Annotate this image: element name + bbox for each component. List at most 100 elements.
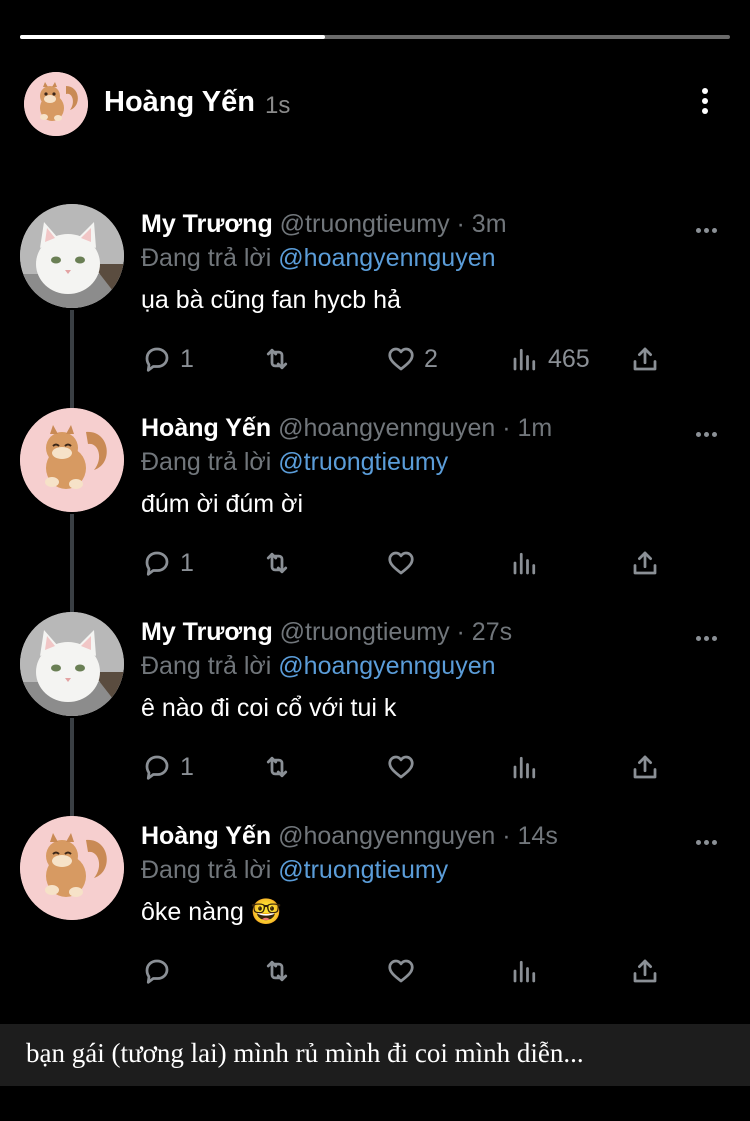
tweet-header: My Trương @truongtieumy · 27s <box>141 618 512 647</box>
cat-photo-icon <box>20 204 124 308</box>
share-button[interactable] <box>630 342 660 376</box>
replying-to-mention[interactable]: @hoangyennguyen <box>278 652 495 680</box>
like-count: 2 <box>424 344 438 373</box>
story-caption: bạn gái (tương lai) mình rủ mình đi coi … <box>0 1024 750 1086</box>
story-header: Hoàng Yến 1s <box>24 72 724 136</box>
like-button[interactable] <box>386 546 424 580</box>
more-icon[interactable] <box>696 424 722 437</box>
tweet-author-name[interactable]: Hoàng Yến <box>141 822 271 850</box>
share-button[interactable] <box>630 954 660 988</box>
replying-to: Đang trả lời @hoangyennguyen <box>141 652 496 681</box>
squirrel-icon <box>20 816 124 920</box>
cat-avatar[interactable] <box>20 204 124 308</box>
replying-to-label: Đang trả lời <box>141 856 279 884</box>
share-icon <box>630 344 660 374</box>
more-icon[interactable] <box>696 220 722 233</box>
views-icon <box>510 752 540 782</box>
tweet-header: Hoàng Yến @hoangyennguyen · 14s <box>141 822 558 851</box>
tweet-text: đúm ời đúm ời <box>141 490 303 518</box>
replying-to: Đang trả lời @hoangyennguyen <box>141 244 496 273</box>
retweet-icon <box>262 752 292 782</box>
views-button[interactable] <box>510 750 548 784</box>
squirrel-avatar[interactable] <box>20 408 124 512</box>
replying-to: Đang trả lời @truongtieumy <box>141 856 448 885</box>
retweet-icon <box>262 548 292 578</box>
tweet-text: ê nào đi coi cổ với tui k <box>141 694 397 722</box>
reply-tweet[interactable]: Hoàng Yến @hoangyennguyen · 1m Đang trả l… <box>0 408 750 612</box>
share-icon <box>630 548 660 578</box>
reply-tweet[interactable]: Hoàng Yến @hoangyennguyen · 14s Đang trả … <box>0 816 750 1020</box>
tweet-author-handle[interactable]: @truongtieumy <box>280 210 450 238</box>
share-button[interactable] <box>630 750 660 784</box>
tweet-author-name[interactable]: My Trương <box>141 618 273 646</box>
cat-avatar[interactable] <box>20 612 124 716</box>
tweet-actions: 1 <box>0 750 750 784</box>
like-button[interactable]: 2 <box>386 342 438 376</box>
share-icon <box>630 956 660 986</box>
tweet-meta-separator: · <box>495 414 518 442</box>
reply-count: 1 <box>180 344 194 373</box>
retweet-icon <box>262 344 292 374</box>
retweet-icon <box>262 956 292 986</box>
squirrel-avatar[interactable] <box>20 816 124 920</box>
reply-icon <box>142 344 172 374</box>
tweet-author-name[interactable]: My Trương <box>141 210 273 238</box>
tweet-author-name[interactable]: Hoàng Yến <box>141 414 271 442</box>
retweet-button[interactable] <box>262 954 300 988</box>
reply-icon <box>142 956 172 986</box>
story-author-avatar[interactable] <box>24 72 88 136</box>
tweet-header: Hoàng Yến @hoangyennguyen · 1m <box>141 414 552 443</box>
squirrel-icon <box>20 408 124 512</box>
replying-to-mention[interactable]: @truongtieumy <box>278 448 448 476</box>
reply-button[interactable]: 1 <box>142 546 194 580</box>
share-button[interactable] <box>630 546 660 580</box>
more-icon[interactable] <box>696 832 722 845</box>
cat-photo-icon <box>20 612 124 716</box>
heart-icon <box>386 344 416 374</box>
tweet-author-handle[interactable]: @hoangyennguyen <box>278 414 495 442</box>
reply-icon <box>142 548 172 578</box>
views-button[interactable] <box>510 954 548 988</box>
reply-count: 1 <box>180 548 194 577</box>
retweet-button[interactable] <box>262 342 300 376</box>
tweet-actions: 1 2 465 <box>0 342 750 376</box>
views-button[interactable] <box>510 546 548 580</box>
share-icon <box>630 752 660 782</box>
reply-tweet[interactable]: My Trương @truongtieumy · 27s Đang trả lờ… <box>0 612 750 816</box>
views-icon <box>510 344 540 374</box>
tweet-author-handle[interactable]: @hoangyennguyen <box>278 822 495 850</box>
more-icon[interactable] <box>696 628 722 641</box>
story-more-icon[interactable] <box>700 88 710 118</box>
heart-icon <box>386 956 416 986</box>
tweet-time: 14s <box>517 822 558 850</box>
reply-button[interactable] <box>142 954 180 988</box>
tweet-meta-separator: · <box>449 210 472 238</box>
replying-to-mention[interactable]: @hoangyennguyen <box>278 244 495 272</box>
replying-to-label: Đang trả lời <box>141 244 279 272</box>
reply-icon <box>142 752 172 782</box>
tweet-time: 27s <box>471 618 513 646</box>
tweet-author-handle[interactable]: @truongtieumy <box>280 618 450 646</box>
story-author-name[interactable]: Hoàng Yến <box>104 86 255 119</box>
views-count: 465 <box>548 344 590 373</box>
story-time: 1s <box>265 92 291 119</box>
reply-button[interactable]: 1 <box>142 342 194 376</box>
replying-to-mention[interactable]: @truongtieumy <box>278 856 448 884</box>
reply-button[interactable]: 1 <box>142 750 194 784</box>
views-button[interactable]: 465 <box>510 342 590 376</box>
reply-tweet[interactable]: My Trương @truongtieumy · 3m Đang trả lời… <box>0 204 750 408</box>
tweet-actions <box>0 954 750 988</box>
heart-icon <box>386 548 416 578</box>
like-button[interactable] <box>386 954 424 988</box>
views-icon <box>510 956 540 986</box>
tweet-time: 1m <box>517 414 553 442</box>
replying-to: Đang trả lời @truongtieumy <box>141 448 448 477</box>
retweet-button[interactable] <box>262 750 300 784</box>
tweet-actions: 1 <box>0 546 750 580</box>
tweet-meta-separator: · <box>495 822 518 850</box>
story-progress-bar <box>20 35 730 39</box>
like-button[interactable] <box>386 750 424 784</box>
views-icon <box>510 548 540 578</box>
replying-to-label: Đang trả lời <box>141 448 279 476</box>
retweet-button[interactable] <box>262 546 300 580</box>
